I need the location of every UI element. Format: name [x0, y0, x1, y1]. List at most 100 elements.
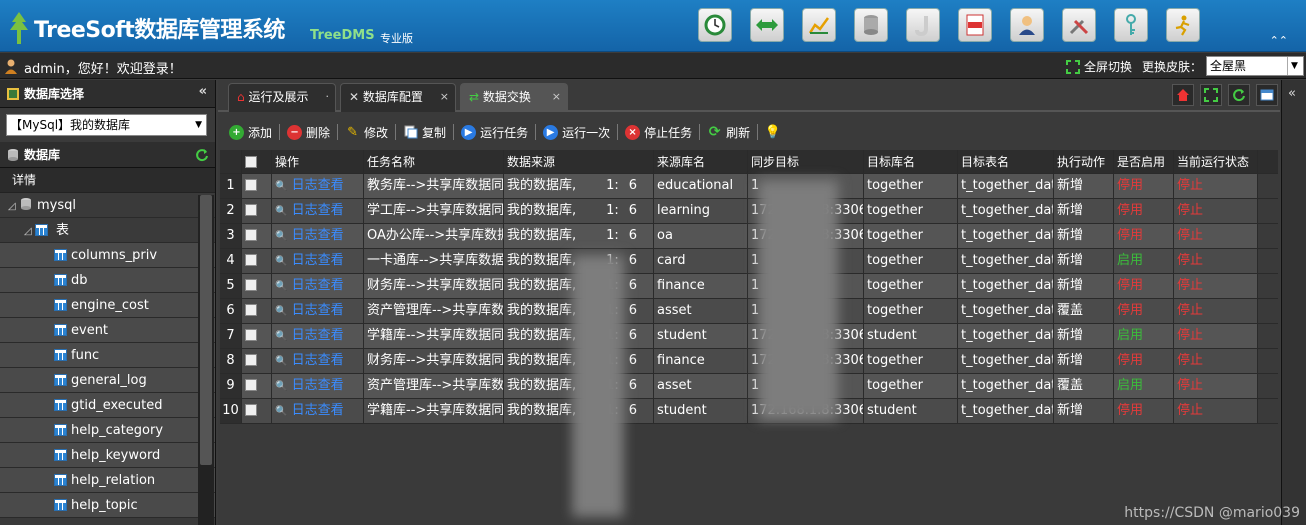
- row-checkbox[interactable]: [245, 179, 257, 191]
- row-checkbox[interactable]: [245, 204, 257, 216]
- window-icon[interactable]: [1256, 84, 1278, 106]
- row-checkbox[interactable]: [245, 254, 257, 266]
- column-header[interactable]: 目标表名: [958, 150, 1054, 173]
- table-row[interactable]: 10🔍 日志查看学籍库-->共享库数据同步我的数据库,1:6student172…: [220, 399, 1278, 424]
- database-icon[interactable]: [854, 8, 888, 42]
- key-icon[interactable]: [1114, 8, 1148, 42]
- close-icon[interactable]: ×: [440, 84, 449, 110]
- tree-node-table[interactable]: help_category: [0, 418, 215, 443]
- row-checkbox[interactable]: [245, 229, 257, 241]
- row-checkbox[interactable]: [245, 379, 257, 391]
- row-checkbox[interactable]: [245, 329, 257, 341]
- column-header[interactable]: 执行动作: [1054, 150, 1114, 173]
- tab-run-display[interactable]: ⌂ 运行及展示 ·: [228, 83, 336, 112]
- tree-node-mysql[interactable]: ◿ mysql: [0, 193, 215, 218]
- chart-icon[interactable]: [802, 8, 836, 42]
- tab-db-config[interactable]: ✕ 数据库配置 ×: [340, 83, 456, 112]
- enabled-status: 停用: [1117, 228, 1144, 243]
- skin-select[interactable]: 全屋黑 ▼: [1206, 56, 1304, 76]
- stop-task-button[interactable]: × 停止任务: [618, 120, 699, 144]
- log-view-link[interactable]: 日志查看: [292, 278, 344, 293]
- table-row[interactable]: 9🔍 日志查看资产管理库-->共享库数据我的数据库,1:6asset1toget…: [220, 374, 1278, 399]
- column-header[interactable]: 当前运行状态: [1174, 150, 1258, 173]
- refresh-icon[interactable]: [1228, 84, 1250, 106]
- maximize-icon[interactable]: [1200, 84, 1222, 106]
- tree-node-table[interactable]: engine_cost: [0, 293, 215, 318]
- tree-node-table[interactable]: event: [0, 318, 215, 343]
- tree-node-table[interactable]: db: [0, 268, 215, 293]
- row-checkbox[interactable]: [245, 304, 257, 316]
- home-icon[interactable]: [1172, 84, 1194, 106]
- column-header[interactable]: 操作: [272, 150, 364, 173]
- log-icon[interactable]: [958, 8, 992, 42]
- delete-button[interactable]: − 删除: [280, 120, 337, 144]
- tree-node-table[interactable]: help_topic: [0, 493, 215, 518]
- j-icon[interactable]: [906, 8, 940, 42]
- tree-node-table[interactable]: gtid_executed: [0, 393, 215, 418]
- user-icon[interactable]: [1010, 8, 1044, 42]
- collapse-header-icon[interactable]: ⌃⌃: [1270, 34, 1288, 47]
- tree-node-table[interactable]: help_relation: [0, 468, 215, 493]
- log-view-link[interactable]: 日志查看: [292, 178, 344, 193]
- refresh-icon[interactable]: [195, 148, 209, 162]
- refresh-button[interactable]: ⟳ 刷新: [700, 120, 757, 144]
- table-row[interactable]: 7🔍 日志查看学籍库-->共享库数据同步我的数据库,1:6student172.…: [220, 324, 1278, 349]
- column-header[interactable]: 同步目标: [748, 150, 864, 173]
- table-row[interactable]: 3🔍 日志查看OA办公库-->共享库数据我的数据库,1:6oa172.168.1…: [220, 224, 1278, 249]
- log-view-link[interactable]: 日志查看: [292, 353, 344, 368]
- log-view-link[interactable]: 日志查看: [292, 403, 344, 418]
- detail-tab[interactable]: 详情: [0, 168, 215, 193]
- table-icon: [54, 349, 67, 361]
- column-header[interactable]: 来源库名: [654, 150, 748, 173]
- tree-node-table[interactable]: columns_priv: [0, 243, 215, 268]
- table-row[interactable]: 5🔍 日志查看财务库-->共享库数据同步我的数据库,1:6finance1tog…: [220, 274, 1278, 299]
- column-header[interactable]: 目标库名: [864, 150, 958, 173]
- table-cell: 启用: [1114, 249, 1174, 273]
- run-icon[interactable]: [1166, 8, 1200, 42]
- arrows-icon[interactable]: [750, 8, 784, 42]
- clock-icon[interactable]: [698, 8, 732, 42]
- run-once-button[interactable]: ▶ 运行一次: [536, 120, 617, 144]
- tree-expand-icon[interactable]: ◿: [24, 226, 35, 237]
- tab-close-icon[interactable]: ·: [326, 84, 330, 110]
- log-view-link[interactable]: 日志查看: [292, 203, 344, 218]
- tree-node-table[interactable]: help_keyword: [0, 443, 215, 468]
- log-view-link[interactable]: 日志查看: [292, 303, 344, 318]
- table-row[interactable]: 8🔍 日志查看财务库-->共享库数据同步我的数据库,1:6finance172.…: [220, 349, 1278, 374]
- collapse-right-icon[interactable]: «: [1288, 86, 1296, 101]
- sidebar-scrollbar[interactable]: [198, 195, 214, 525]
- tree-expand-icon[interactable]: ◿: [8, 201, 19, 212]
- help-button[interactable]: 💡: [758, 120, 791, 144]
- tree-node-table[interactable]: func: [0, 343, 215, 368]
- select-all-checkbox[interactable]: [245, 156, 257, 168]
- table-row[interactable]: 6🔍 日志查看资产管理库-->共享库数据我的数据库,1:6asset1toget…: [220, 299, 1278, 324]
- tree-node-table[interactable]: general_log: [0, 368, 215, 393]
- column-header[interactable]: 数据来源: [504, 150, 654, 173]
- collapse-sidebar-icon[interactable]: «: [199, 84, 207, 99]
- row-checkbox[interactable]: [245, 404, 257, 416]
- log-view-link[interactable]: 日志查看: [292, 328, 344, 343]
- table-row[interactable]: 4🔍 日志查看一卡通库-->共享库数据我的数据库,1:6card1togethe…: [220, 249, 1278, 274]
- tab-data-exchange[interactable]: ⇄ 数据交换 ×: [460, 83, 568, 112]
- database-select[interactable]: 【MySql】我的数据库 ▼: [6, 114, 207, 136]
- table-row[interactable]: 1 🔍 日志查看 教务库-->共享库数据同步 我的数据库, 1: 6 educational…: [220, 174, 1278, 199]
- add-button[interactable]: + 添加: [222, 120, 279, 144]
- edit-button[interactable]: ✎ 修改: [338, 120, 395, 144]
- row-checkbox[interactable]: [245, 279, 257, 291]
- column-header[interactable]: 是否启用: [1114, 150, 1174, 173]
- log-view-link[interactable]: 日志查看: [292, 228, 344, 243]
- run-status: 停止: [1177, 278, 1204, 293]
- log-view-link[interactable]: 日志查看: [292, 253, 344, 268]
- tree-node-tables[interactable]: ◿ 表: [0, 218, 215, 243]
- fullscreen-button[interactable]: 全屏切换: [1066, 58, 1132, 75]
- row-checkbox[interactable]: [245, 354, 257, 366]
- close-icon[interactable]: ×: [552, 84, 561, 110]
- tree-node-label: gtid_executed: [71, 398, 163, 413]
- table-row[interactable]: 2🔍 日志查看学工库-->共享库数据同步我的数据库,1:6learning172…: [220, 199, 1278, 224]
- tools-icon[interactable]: [1062, 8, 1096, 42]
- run-task-button[interactable]: ▶ 运行任务: [454, 120, 535, 144]
- column-header[interactable]: 任务名称: [364, 150, 504, 173]
- copy-button[interactable]: 复制: [396, 120, 453, 144]
- scrollbar-thumb[interactable]: [200, 195, 212, 465]
- log-view-link[interactable]: 日志查看: [292, 378, 344, 393]
